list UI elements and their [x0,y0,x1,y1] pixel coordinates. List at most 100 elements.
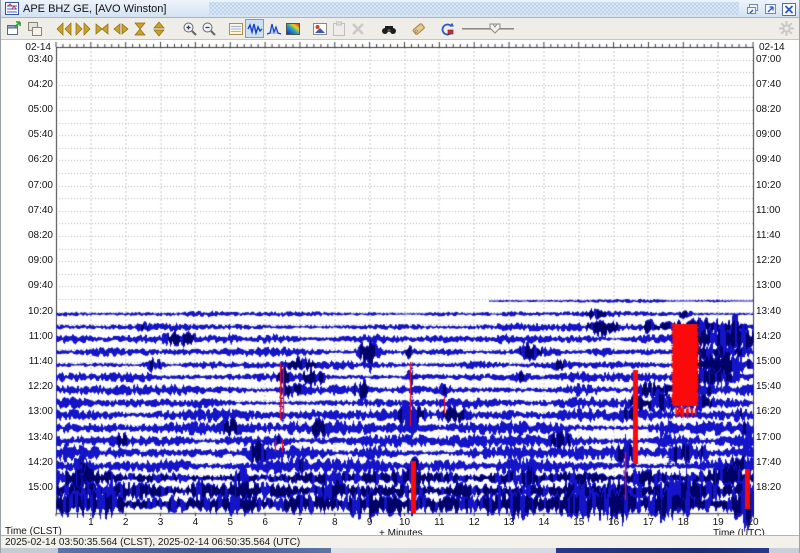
expand-amplitude-button[interactable] [149,19,168,38]
right-time-label: 17:40 [756,457,781,468]
zoom-out-icon [201,21,217,37]
tile-windows-icon [27,21,43,37]
zoom-in-icon [182,21,198,37]
wave-view-button[interactable] [245,19,264,38]
x-tick-label: 15 [573,517,584,528]
zoom-out-button[interactable] [199,19,218,38]
spectrogram-view-icon [285,21,301,37]
tag-menu-icon [410,21,426,37]
right-time-label: 13:40 [756,306,781,317]
helicorder-canvas[interactable] [1,40,800,535]
right-axis-date: 02-14 [759,42,785,53]
pick-mode-button[interactable] [379,19,398,38]
x-tick-label: 10 [399,517,410,528]
left-time-label: 07:40 [5,205,53,216]
remove-wave-icon [350,21,366,37]
scroll-forward-button[interactable] [73,19,92,38]
x-tick-label: 17 [643,517,654,528]
right-time-label: 10:20 [756,180,781,191]
left-time-label: 03:40 [5,54,53,65]
x-tick-label: 9 [367,517,373,528]
close-button[interactable] [781,2,796,16]
maximize-button[interactable] [763,2,778,16]
right-time-label: 15:00 [756,356,781,367]
compress-time-button[interactable] [92,19,111,38]
slider-thumb[interactable] [488,22,502,40]
left-time-label: 10:20 [5,306,53,317]
x-tick-label: 19 [713,517,724,528]
background-window-strip [1,548,799,553]
helicorder-plot-panel: 02-14 02-14 Time (CLST) + Minutes Time (… [1,40,800,535]
zoom-slider[interactable] [462,19,514,38]
title-bar[interactable]: APE BHZ GE, [AVO Winston] [1,0,799,18]
swarm-helicorder-window: APE BHZ GE, [AVO Winston] 02-14 02-14 Ti… [0,0,800,553]
helicorder-window-icon [5,2,19,15]
tile-windows-button[interactable] [25,19,44,38]
clipboard-icon [331,21,347,37]
x-tick-label: 16 [608,517,619,528]
right-time-label: 14:20 [756,331,781,342]
x-tick-label: 11 [434,517,444,528]
right-time-label: 08:20 [756,104,781,115]
clipboard-button [329,19,348,38]
tag-menu-button[interactable] [408,19,427,38]
left-time-label: 04:20 [5,79,53,90]
remove-wave-button [348,19,367,38]
left-time-label: 07:00 [5,180,53,191]
compress-amplitude-icon [132,21,148,37]
capture-image-button[interactable] [437,19,456,38]
left-time-label: 14:20 [5,457,53,468]
toolbar [1,18,799,40]
left-time-label: 09:00 [5,255,53,266]
x-tick-label: 5 [227,517,233,528]
scroll-forward-icon [75,21,91,37]
titlebar-texture [209,2,739,15]
gear-icon[interactable] [779,21,794,36]
compress-time-icon [94,21,110,37]
helicorder-settings-button[interactable] [226,19,245,38]
x-tick-label: 2 [123,517,129,528]
window-title: APE BHZ GE, [AVO Winston] [23,3,166,15]
spectra-view-button[interactable] [264,19,283,38]
left-time-label: 05:40 [5,129,53,140]
x-tick-label: 6 [262,517,268,528]
right-time-label: 15:40 [756,381,781,392]
x-tick-label: 3 [158,517,164,528]
spectra-view-icon [266,21,282,37]
right-time-label: 09:40 [756,154,781,165]
x-tick-label: 13 [503,517,514,528]
restore-button[interactable] [745,2,760,16]
left-time-label: 12:20 [5,381,53,392]
expand-time-icon [113,21,129,37]
zoom-in-button[interactable] [180,19,199,38]
x-tick-label: 18 [678,517,689,528]
right-time-label: 13:00 [756,280,781,291]
left-time-label: 15:00 [5,482,53,493]
right-time-label: 09:00 [756,129,781,140]
status-text: 2025-02-14 03:50:35.564 (CLST), 2025-02-… [5,537,300,548]
left-time-label: 13:00 [5,406,53,417]
right-time-label: 07:00 [756,54,781,65]
open-new-window-button[interactable] [4,19,23,38]
pick-mode-icon [381,21,397,37]
open-new-window-icon [6,21,22,37]
left-time-label: 09:40 [5,280,53,291]
x-tick-label: 7 [297,517,303,528]
expand-time-button[interactable] [111,19,130,38]
x-tick-label: 1 [88,517,94,528]
capture-image-icon [439,21,455,37]
compress-amplitude-button[interactable] [130,19,149,38]
right-time-label: 17:00 [756,432,781,443]
status-bar: 2025-02-14 03:50:35.564 (CLST), 2025-02-… [1,535,799,548]
left-time-label: 13:40 [5,432,53,443]
spectrogram-view-button[interactable] [283,19,302,38]
window-buttons [745,2,796,16]
left-time-label: 06:20 [5,154,53,165]
copy-to-clipboard-button[interactable] [310,19,329,38]
scroll-back-icon [56,21,72,37]
left-time-label: 05:00 [5,104,53,115]
x-tick-label: 12 [469,517,480,528]
expand-amplitude-icon [151,21,167,37]
scroll-back-button[interactable] [54,19,73,38]
copy-to-clipboard-icon [312,21,328,37]
